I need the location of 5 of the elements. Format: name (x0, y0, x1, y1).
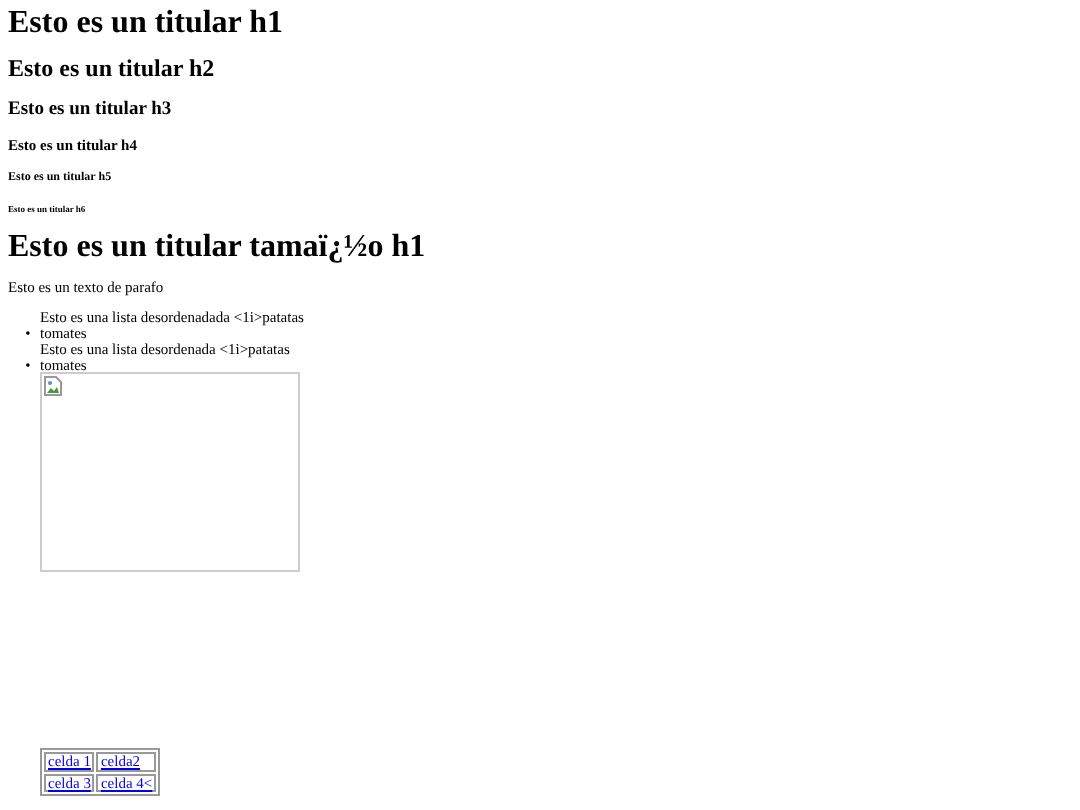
heading: Esto es un titular h2 (8, 56, 217, 85)
heading: Esto es un titular h1 (8, 6, 286, 43)
heading: Esto es un titular tamaï¿½o h1 (8, 229, 428, 267)
heading: Esto es un titular h3 (8, 100, 174, 123)
broken-image-icon (44, 376, 62, 397)
